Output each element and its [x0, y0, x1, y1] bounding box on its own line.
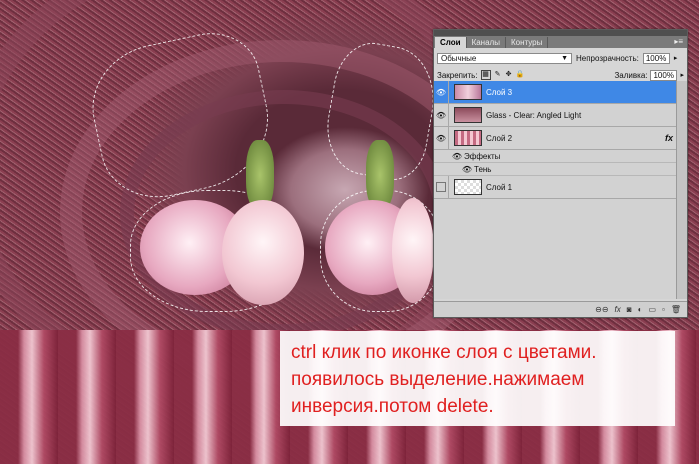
layer-thumbnail[interactable] — [454, 107, 482, 123]
layer-effects-fx-icon[interactable]: fx — [665, 133, 673, 143]
layer-name: Слой 2 — [486, 133, 513, 143]
layer-name: Слой 3 — [486, 87, 513, 97]
note-line-2: появилось выделение.нажимаем — [291, 369, 585, 390]
flower — [392, 198, 434, 303]
add-style-fx-icon[interactable]: fx — [615, 305, 621, 314]
layer-row-sloy-3[interactable]: 👁 Слой 3 — [434, 81, 687, 104]
new-layer-icon[interactable]: ▫ — [662, 305, 665, 314]
layer-name: Слой 1 — [486, 182, 513, 192]
layer-row-sloy-1[interactable]: Слой 1 — [434, 176, 687, 199]
visibility-toggle[interactable] — [434, 176, 449, 198]
layer-effects-row[interactable]: 👁 Эффекты — [434, 150, 687, 163]
delete-layer-icon[interactable]: 🗑 — [671, 305, 681, 314]
panel-tabs: Слои Каналы Контуры ▸≡ — [434, 36, 687, 48]
tab-layers[interactable]: Слои — [435, 37, 467, 48]
shadow-label: Тень — [474, 164, 492, 174]
lock-transparency-icon[interactable]: ▦ — [480, 70, 491, 80]
layer-thumbnail[interactable] — [454, 84, 482, 100]
chevron-down-icon: ▼ — [561, 54, 568, 62]
adjustment-layer-icon[interactable]: ◐ — [638, 305, 643, 314]
layer-row-glass[interactable]: 👁 Glass - Clear: Angled Light — [434, 104, 687, 127]
opacity-label: Непрозрачность: — [576, 53, 639, 63]
layers-list: 👁 Слой 3 👁 Glass - Clear: Angled Light 👁… — [434, 81, 687, 299]
visibility-off-box — [436, 182, 446, 192]
layers-panel: Слои Каналы Контуры ▸≡ Обычные ▼ Непрозр… — [433, 29, 688, 318]
visibility-eye-icon[interactable]: 👁 — [434, 81, 449, 103]
fill-label: Заливка: — [614, 70, 648, 80]
layer-row-sloy-2[interactable]: 👁 Слой 2 fx — [434, 127, 687, 150]
fill-slider-arrow-icon[interactable]: ▸ — [680, 71, 684, 79]
new-group-icon[interactable]: ▭ — [648, 305, 656, 314]
flower — [222, 200, 304, 305]
visibility-eye-icon[interactable]: 👁 — [460, 163, 474, 175]
blend-row: Обычные ▼ Непрозрачность: 100% ▸ — [434, 48, 687, 68]
instruction-note: ctrl клик по иконке слоя с цветами. появ… — [280, 331, 675, 426]
lock-all-icon[interactable]: 🔒 — [516, 71, 525, 79]
visibility-eye-icon[interactable]: 👁 — [434, 127, 449, 149]
link-layers-icon[interactable]: ⊖⊖ — [595, 305, 608, 314]
layer-name: Glass - Clear: Angled Light — [486, 110, 582, 120]
fill-input[interactable]: 100% — [650, 69, 678, 81]
layer-shadow-row[interactable]: 👁 Тень — [434, 163, 687, 176]
blend-mode-select[interactable]: Обычные ▼ — [437, 52, 572, 64]
opacity-slider-arrow-icon[interactable]: ▸ — [674, 54, 678, 62]
opacity-input[interactable]: 100% — [642, 52, 670, 64]
panel-bottom-toolbar: ⊖⊖ fx ◙ ◐ ▭ ▫ 🗑 — [434, 301, 687, 317]
add-mask-icon[interactable]: ◙ — [627, 305, 632, 314]
note-line-3: инверсия.потом delete. — [291, 396, 494, 417]
effects-label: Эффекты — [464, 151, 501, 161]
layers-scrollbar[interactable] — [676, 81, 687, 299]
lock-pixels-icon[interactable]: ✎ — [494, 71, 502, 79]
panel-menu-icon[interactable]: ▸≡ — [674, 37, 683, 46]
layer-thumbnail[interactable] — [454, 179, 482, 195]
layer-thumbnail[interactable] — [454, 130, 482, 146]
lock-label: Закрепить: — [437, 70, 478, 80]
visibility-eye-icon[interactable]: 👁 — [434, 104, 449, 126]
note-line-1: ctrl клик по иконке слоя с цветами. — [291, 342, 597, 363]
lock-position-icon[interactable]: ✥ — [505, 71, 513, 79]
visibility-eye-icon[interactable]: 👁 — [450, 150, 464, 162]
tab-channels[interactable]: Каналы — [467, 37, 506, 48]
tab-paths[interactable]: Контуры — [506, 37, 549, 48]
blend-mode-value: Обычные — [441, 53, 477, 63]
